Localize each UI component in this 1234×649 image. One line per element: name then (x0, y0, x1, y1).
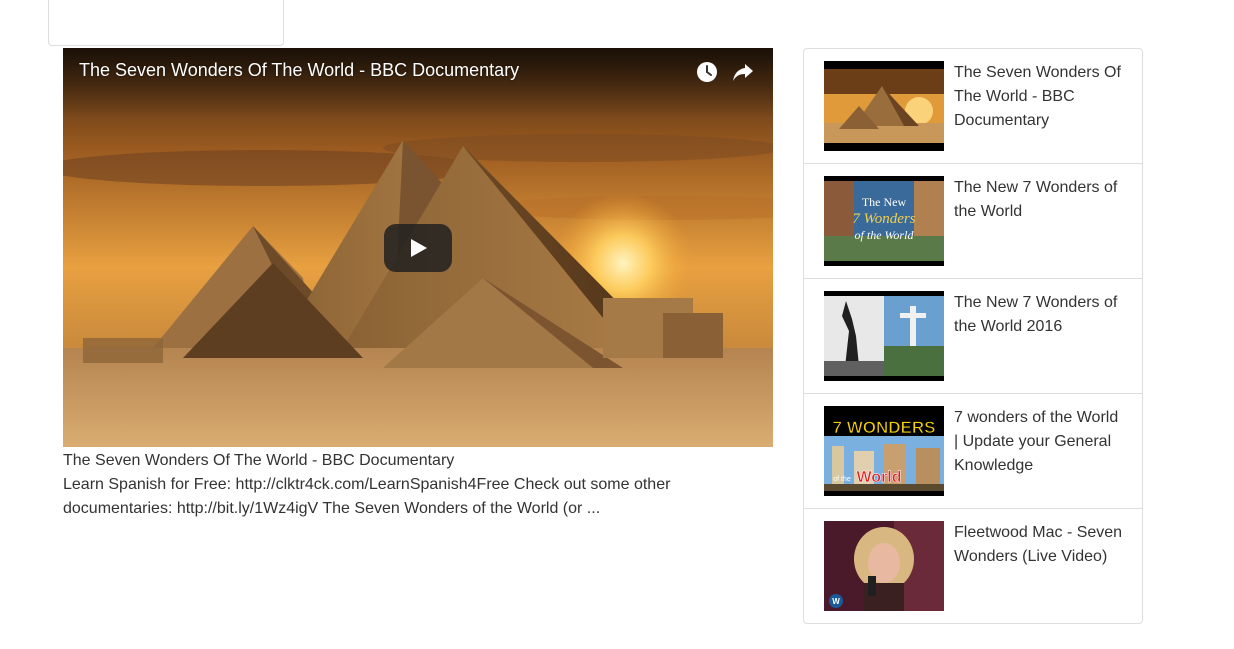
video-caption: The Seven Wonders Of The World - BBC Doc… (63, 449, 713, 521)
play-icon (411, 239, 427, 257)
playlist-item[interactable]: The New 7 Wonders of the World 2016 (804, 279, 1142, 394)
share-icon[interactable] (731, 60, 755, 84)
thumb-text-2: of the (833, 476, 851, 483)
playlist-item[interactable]: W Fleetwood Mac - Seven Wonders (Live Vi… (804, 509, 1142, 623)
playlist-item-title[interactable]: The Seven Wonders Of The World - BBC Doc… (954, 61, 1126, 133)
playlist-item[interactable]: The Seven Wonders Of The World - BBC Doc… (804, 49, 1142, 164)
thumb-text-1: The New (862, 195, 907, 209)
video-caption-description: Learn Spanish for Free: http://clktr4ck.… (63, 476, 671, 517)
playlist-item-title[interactable]: The New 7 Wonders of the World (954, 176, 1126, 224)
video-player[interactable]: The Seven Wonders Of The World - BBC Doc… (63, 48, 773, 447)
playlist-item-title[interactable]: 7 wonders of the World | Update your Gen… (954, 406, 1126, 478)
playlist-item[interactable]: 7 WONDERS of the World 7 wonders of the … (804, 394, 1142, 509)
playlist-thumbnail[interactable] (824, 291, 944, 381)
thumb-text-3: of the World (855, 228, 915, 242)
player-title-gradient (63, 48, 773, 118)
playlist-thumbnail[interactable]: 7 WONDERS of the World (824, 406, 944, 496)
thumb-text-2: 7 Wonders (852, 211, 915, 227)
watch-later-icon[interactable] (695, 60, 719, 84)
playlist-item[interactable]: The New 7 Wonders of the World The New 7… (804, 164, 1142, 279)
thumb-text-3: World (856, 469, 901, 486)
player-title[interactable]: The Seven Wonders Of The World - BBC Doc… (79, 60, 519, 81)
playlist: The Seven Wonders Of The World - BBC Doc… (803, 48, 1143, 624)
playlist-item-title[interactable]: The New 7 Wonders of the World 2016 (954, 291, 1126, 339)
video-caption-title: The Seven Wonders Of The World - BBC Doc… (63, 452, 455, 469)
playlist-item-title[interactable]: Fleetwood Mac - Seven Wonders (Live Vide… (954, 521, 1126, 569)
play-button[interactable] (384, 224, 452, 272)
playlist-thumbnail[interactable] (824, 61, 944, 151)
thumb-text-1: 7 WONDERS (833, 418, 936, 437)
playlist-thumbnail[interactable]: The New 7 Wonders of the World (824, 176, 944, 266)
top-placeholder-box (48, 0, 284, 46)
playlist-thumbnail[interactable]: W (824, 521, 944, 611)
warner-logo-icon: W (832, 597, 840, 606)
